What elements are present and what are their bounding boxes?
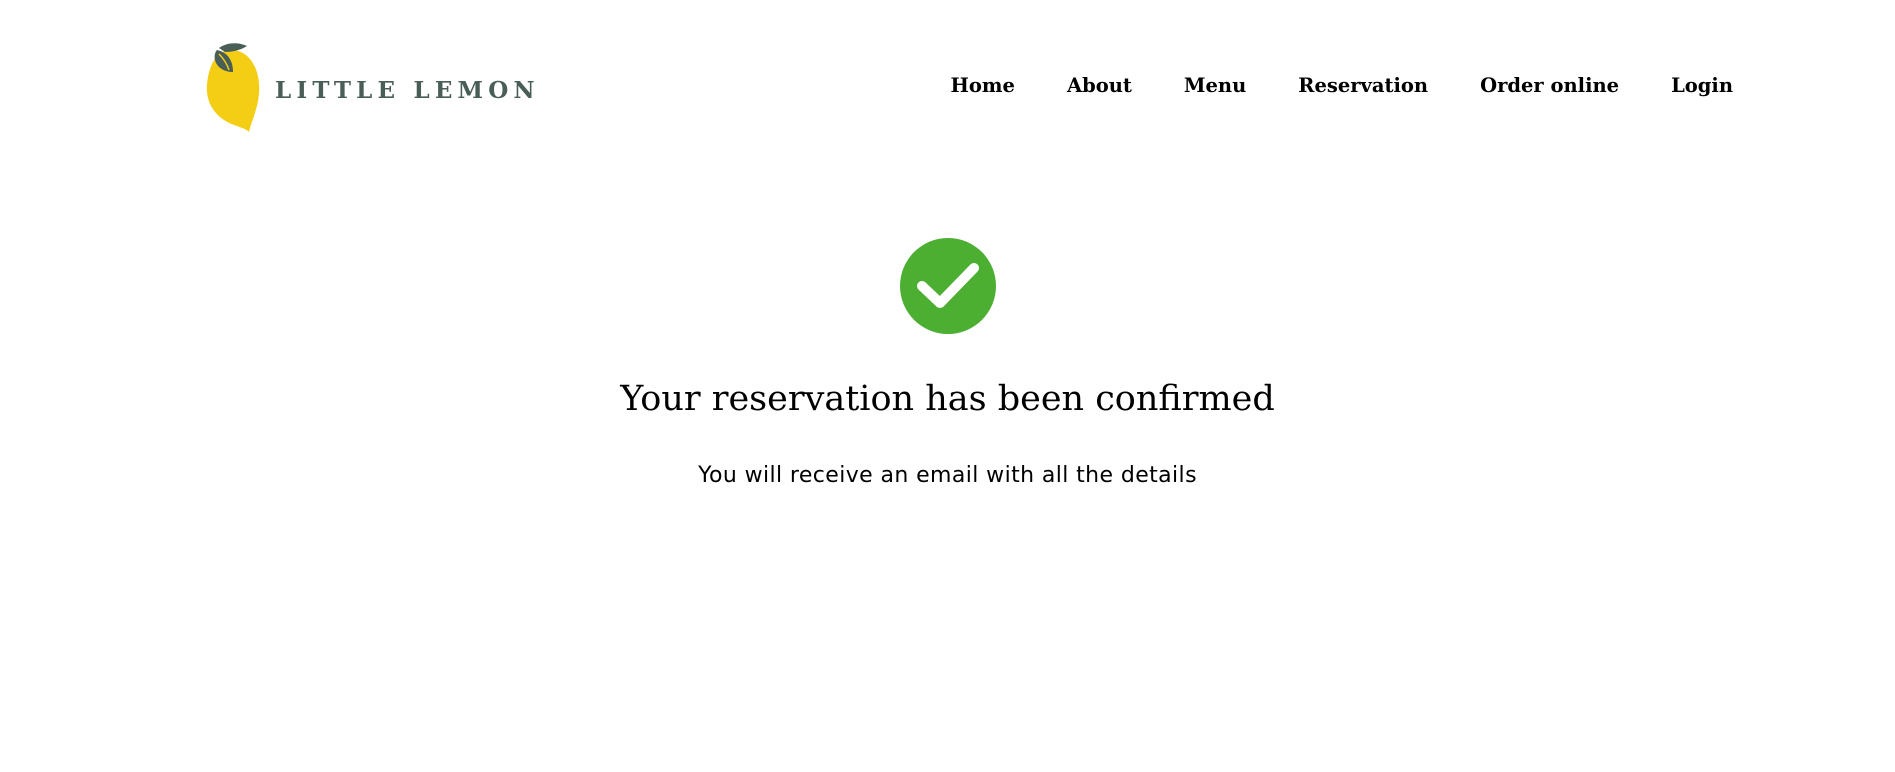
nav-reservation-link[interactable]: Reservation bbox=[1298, 72, 1428, 100]
confirmation-title: Your reservation has been confirmed bbox=[620, 379, 1275, 419]
nav-order-online-link[interactable]: Order online bbox=[1480, 72, 1619, 100]
nav-item: Menu bbox=[1132, 72, 1246, 100]
logo-link[interactable]: LITTLE LEMON bbox=[205, 42, 540, 134]
lemon-logo-icon bbox=[206, 43, 260, 132]
nav-about-link[interactable]: About bbox=[1067, 72, 1132, 100]
confirmation-section: Your reservation has been confirmed You … bbox=[0, 238, 1895, 490]
nav-item: About bbox=[1015, 72, 1132, 100]
main-nav: Home About Menu Reservation Order online… bbox=[950, 72, 1733, 100]
nav-item: Reservation bbox=[1246, 72, 1428, 100]
nav-menu-link[interactable]: Menu bbox=[1184, 72, 1246, 100]
nav-item: Order online bbox=[1428, 72, 1619, 100]
confirmation-subtitle: You will receive an email with all the d… bbox=[698, 463, 1197, 488]
nav-login-link[interactable]: Login bbox=[1671, 72, 1733, 100]
nav-home-link[interactable]: Home bbox=[950, 72, 1014, 100]
check-circle-icon bbox=[899, 238, 996, 334]
nav-item: Home bbox=[950, 72, 1014, 100]
nav-item: Login bbox=[1619, 72, 1733, 100]
brand-name: LITTLE LEMON bbox=[275, 76, 540, 104]
site-header: LITTLE LEMON Home About Menu Reservation… bbox=[0, 0, 1895, 150]
